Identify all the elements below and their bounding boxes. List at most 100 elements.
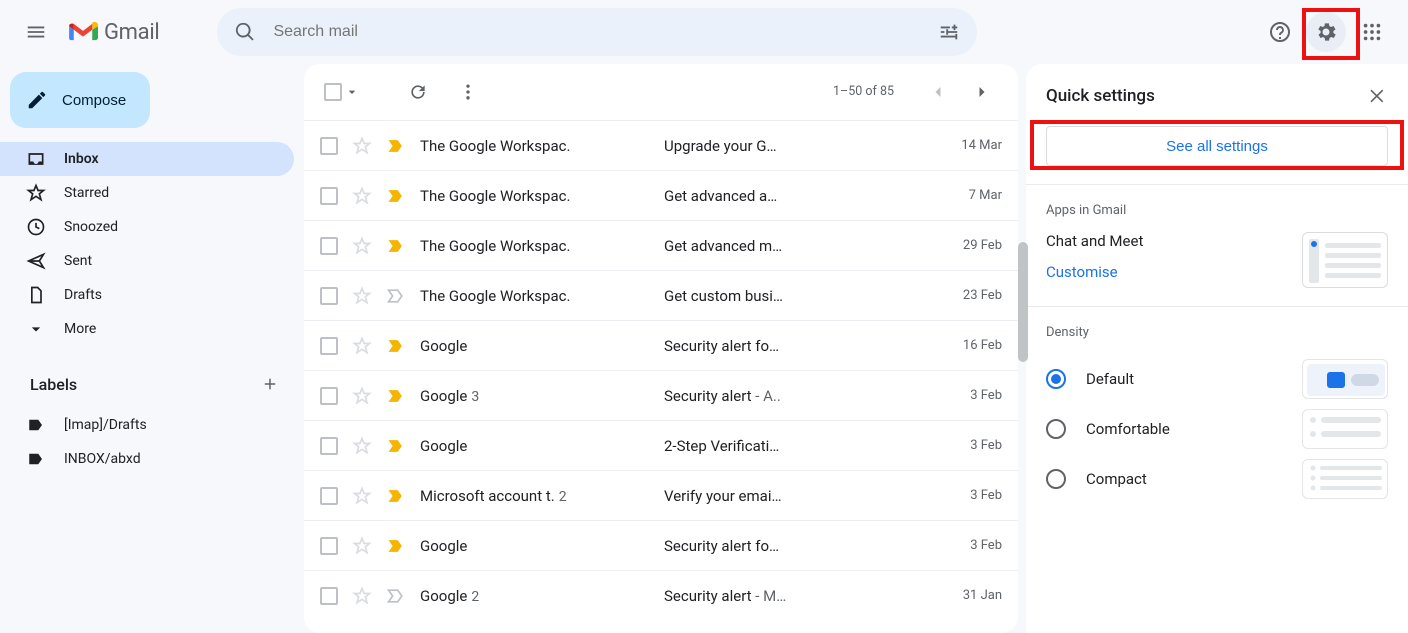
label-icon — [26, 415, 46, 435]
newer-page-button[interactable] — [918, 72, 958, 112]
sidebar-item-more[interactable]: More — [0, 312, 294, 346]
mail-row[interactable]: The Google Workspac.Get advanced m…29 Fe… — [304, 220, 1018, 270]
more-actions-button[interactable] — [448, 72, 488, 112]
mail-row[interactable]: The Google Workspac.Upgrade your G…14 Ma… — [304, 120, 1018, 170]
star-toggle[interactable] — [352, 386, 372, 406]
sidebar-item-label: Snoozed — [64, 219, 118, 235]
importance-marker[interactable] — [386, 136, 406, 156]
page-range[interactable]: 1–50 of 85 — [833, 84, 894, 99]
see-all-settings-button[interactable]: See all settings — [1046, 126, 1388, 166]
main-menu-button[interactable] — [16, 12, 56, 52]
search-button[interactable] — [225, 12, 265, 52]
gmail-logo[interactable]: Gmail — [68, 20, 159, 45]
star-toggle[interactable] — [352, 336, 372, 356]
row-checkbox[interactable] — [320, 437, 338, 455]
importance-marker[interactable] — [386, 386, 406, 406]
star-outline-icon — [352, 586, 372, 606]
hamburger-icon — [25, 21, 47, 43]
importance-marker[interactable] — [386, 536, 406, 556]
subject: Security alert - M… — [664, 587, 918, 605]
apps-chat-meet-label: Chat and Meet — [1046, 232, 1143, 250]
search-options-button[interactable] — [929, 12, 969, 52]
select-all-checkbox[interactable] — [324, 83, 342, 101]
sidebar-item-label: Sent — [64, 253, 92, 269]
row-checkbox[interactable] — [320, 587, 338, 605]
star-toggle[interactable] — [352, 186, 372, 206]
older-page-button[interactable] — [962, 72, 1002, 112]
row-checkbox[interactable] — [320, 337, 338, 355]
scrollbar-thumb[interactable] — [1018, 242, 1028, 362]
search-input[interactable] — [265, 23, 929, 41]
star-toggle[interactable] — [352, 136, 372, 156]
sender: The Google Workspac. — [420, 187, 650, 205]
row-checkbox[interactable] — [320, 287, 338, 305]
star-icon — [26, 183, 46, 203]
date: 3 Feb — [932, 438, 1002, 453]
gmail-logo-text: Gmail — [104, 20, 159, 45]
importance-marker[interactable] — [386, 586, 406, 606]
row-checkbox[interactable] — [320, 487, 338, 505]
mail-row[interactable]: GoogleSecurity alert fo…16 Feb — [304, 320, 1018, 370]
tune-icon — [938, 21, 960, 43]
sender: Google — [420, 537, 650, 555]
mail-toolbar: 1–50 of 85 — [304, 64, 1018, 120]
star-toggle[interactable] — [352, 286, 372, 306]
label-item[interactable]: [Imap]/Drafts — [0, 408, 304, 442]
sidebar-item-label: Starred — [64, 185, 109, 201]
row-checkbox[interactable] — [320, 387, 338, 405]
mail-row[interactable]: Google3Security alert - A..3 Feb — [304, 370, 1018, 420]
sidebar-item-snoozed[interactable]: Snoozed — [0, 210, 294, 244]
row-checkbox[interactable] — [320, 137, 338, 155]
star-outline-icon — [352, 286, 372, 306]
star-toggle[interactable] — [352, 586, 372, 606]
mail-row[interactable]: GoogleSecurity alert fo…3 Feb — [304, 520, 1018, 570]
add-label-button[interactable] — [256, 370, 284, 398]
star-outline-icon — [352, 536, 372, 556]
refresh-button[interactable] — [398, 72, 438, 112]
importance-marker[interactable] — [386, 486, 406, 506]
sidebar-item-inbox[interactable]: Inbox — [0, 142, 294, 176]
mail-row[interactable]: The Google Workspac.Get custom busi…23 F… — [304, 270, 1018, 320]
density-option[interactable]: Compact — [1046, 454, 1388, 504]
star-toggle[interactable] — [352, 486, 372, 506]
mail-row[interactable]: Google2-Step Verificati…3 Feb — [304, 420, 1018, 470]
search-box[interactable] — [217, 8, 977, 56]
importance-marker[interactable] — [386, 336, 406, 356]
radio-button[interactable] — [1046, 469, 1066, 489]
mail-row[interactable]: Google2Security alert - M…31 Jan — [304, 570, 1018, 620]
density-option[interactable]: Comfortable — [1046, 404, 1388, 454]
importance-marker[interactable] — [386, 436, 406, 456]
top-bar: Gmail — [0, 0, 1408, 64]
customise-link[interactable]: Customise — [1046, 263, 1118, 281]
mail-row[interactable]: Microsoft account t.2Verify your emai…3 … — [304, 470, 1018, 520]
density-section-title: Density — [1046, 325, 1388, 340]
close-settings-button[interactable] — [1362, 80, 1394, 112]
mail-row[interactable]: The Google Workspac.Get advanced a…7 Mar — [304, 170, 1018, 220]
settings-button[interactable] — [1306, 12, 1346, 52]
row-checkbox[interactable] — [320, 187, 338, 205]
compose-button[interactable]: Compose — [10, 72, 150, 128]
importance-marker[interactable] — [386, 186, 406, 206]
label-item[interactable]: INBOX/abxd — [0, 442, 304, 476]
importance-marker[interactable] — [386, 286, 406, 306]
subject: Get advanced a… — [664, 187, 918, 205]
row-checkbox[interactable] — [320, 537, 338, 555]
chevron-down-icon[interactable] — [344, 84, 360, 100]
support-button[interactable] — [1260, 12, 1300, 52]
star-outline-icon — [352, 386, 372, 406]
radio-button[interactable] — [1046, 369, 1066, 389]
star-toggle[interactable] — [352, 436, 372, 456]
sender: Google — [420, 437, 650, 455]
google-apps-button[interactable] — [1352, 12, 1392, 52]
density-option[interactable]: Default — [1046, 354, 1388, 404]
star-toggle[interactable] — [352, 236, 372, 256]
apps-section-title: Apps in Gmail — [1046, 203, 1388, 218]
row-checkbox[interactable] — [320, 237, 338, 255]
radio-button[interactable] — [1046, 419, 1066, 439]
importance-marker[interactable] — [386, 236, 406, 256]
subject: Get custom busi… — [664, 287, 918, 305]
sidebar-item-sent[interactable]: Sent — [0, 244, 294, 278]
sidebar-item-drafts[interactable]: Drafts — [0, 278, 294, 312]
star-toggle[interactable] — [352, 536, 372, 556]
sidebar-item-starred[interactable]: Starred — [0, 176, 294, 210]
